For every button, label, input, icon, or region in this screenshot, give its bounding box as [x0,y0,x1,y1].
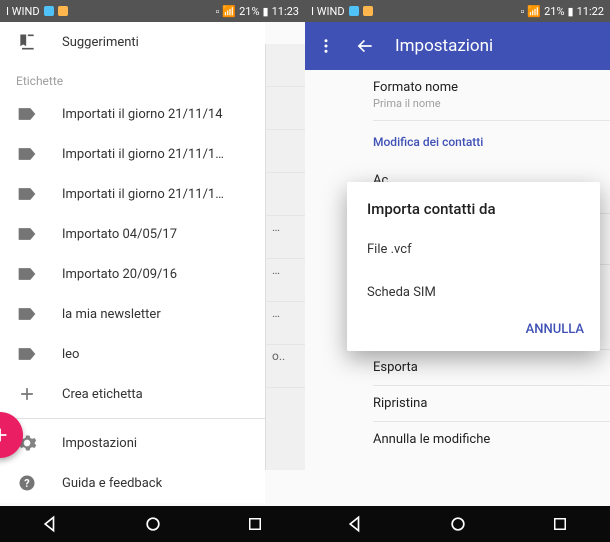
create-label-text: Crea etichetta [62,387,143,402]
label-item[interactable]: Importati il giorno 21/11/1… [0,174,265,214]
label-text: Importati il giorno 21/11/14 [62,107,223,122]
battery-icon: ▮ [568,5,574,18]
svg-text:?: ? [24,477,29,490]
label-item[interactable]: Importato 04/05/17 [0,214,265,254]
status-bar: I WIND ▫ 📶 21% ▮ 11:22 [305,0,610,22]
battery-label: 21% [239,5,259,18]
drawer-suggestions[interactable]: Suggerimenti [0,22,265,62]
drawer-settings-label: Impostazioni [62,436,137,451]
status-indicator-icon [58,6,68,16]
recent-button[interactable] [246,515,264,533]
clock-label: 11:22 [577,5,604,18]
dialog-option-vcf[interactable]: File .vcf [347,228,600,271]
phone-right: I WIND ▫ 📶 21% ▮ 11:22 Impostazioni Form… [305,0,610,542]
navigation-bar [0,506,305,542]
home-button[interactable] [143,514,163,534]
plus-icon [0,424,11,446]
dialog-cancel-button[interactable]: ANNULLA [347,314,600,345]
create-label-button[interactable]: Crea etichetta [0,374,265,414]
label-icon [16,103,38,125]
import-dialog: Importa contatti da File .vcf Scheda SIM… [347,182,600,351]
label-icon [16,143,38,165]
background-content: ………o.. [265,44,305,470]
label-icon [16,223,38,245]
signal-icon: 📶 [527,5,541,18]
label-text: leo [62,347,79,362]
label-item[interactable]: Importati il giorno 21/11/1… [0,134,265,174]
carrier-label: I WIND [311,5,345,18]
divider [0,418,265,419]
home-button[interactable] [448,514,468,534]
drawer-settings[interactable]: Impostazioni [0,423,265,463]
label-item[interactable]: Importati il giorno 21/11/14 [0,94,265,134]
status-bar: I WIND ▫ 📶 21% ▮ 11:23 [0,0,305,22]
labels-section-title: Etichette [0,62,265,94]
label-item[interactable]: la mia newsletter [0,294,265,334]
help-icon: ? [16,472,38,494]
label-icon [16,263,38,285]
label-text: la mia newsletter [62,307,161,322]
dialog-title: Importa contatti da [347,200,600,228]
navigation-bar [305,506,610,542]
drawer-help[interactable]: ? Guida e feedback [0,463,265,503]
dialog-option-sim[interactable]: Scheda SIM [347,271,600,314]
label-item[interactable]: Importato 20/09/16 [0,254,265,294]
battery-icon: ▮ [263,5,269,18]
clock-label: 11:23 [272,5,299,18]
carrier-label: I WIND [6,5,40,18]
drawer-help-label: Guida e feedback [62,476,162,491]
label-text: Importato 04/05/17 [62,227,177,242]
signal-icon: 📶 [222,5,236,18]
battery-label: 21% [544,5,564,18]
label-text: Importati il giorno 21/11/1… [62,187,224,202]
recent-button[interactable] [551,515,569,533]
dialog-scrim: Importa contatti da File .vcf Scheda SIM… [305,22,610,506]
status-indicator-icon [363,6,373,16]
drawer-item-label: Suggerimenti [62,35,139,50]
plus-icon [16,383,38,405]
status-indicator-icon [349,6,359,16]
lte-icon: ▫ [216,5,220,18]
label-text: Importato 20/09/16 [62,267,177,282]
back-button[interactable] [346,514,366,534]
label-text: Importati il giorno 21/11/1… [62,147,224,162]
back-button[interactable] [41,514,61,534]
lte-icon: ▫ [521,5,525,18]
book-icon [16,31,38,53]
status-indicator-icon [44,6,54,16]
label-item[interactable]: leo [0,334,265,374]
navigation-drawer: Suggerimenti Etichette Importati il gior… [0,22,265,503]
label-icon [16,303,38,325]
label-icon [16,183,38,205]
label-icon [16,343,38,365]
phone-left: I WIND ▫ 📶 21% ▮ 11:23 Suggerimenti Etic… [0,0,305,542]
